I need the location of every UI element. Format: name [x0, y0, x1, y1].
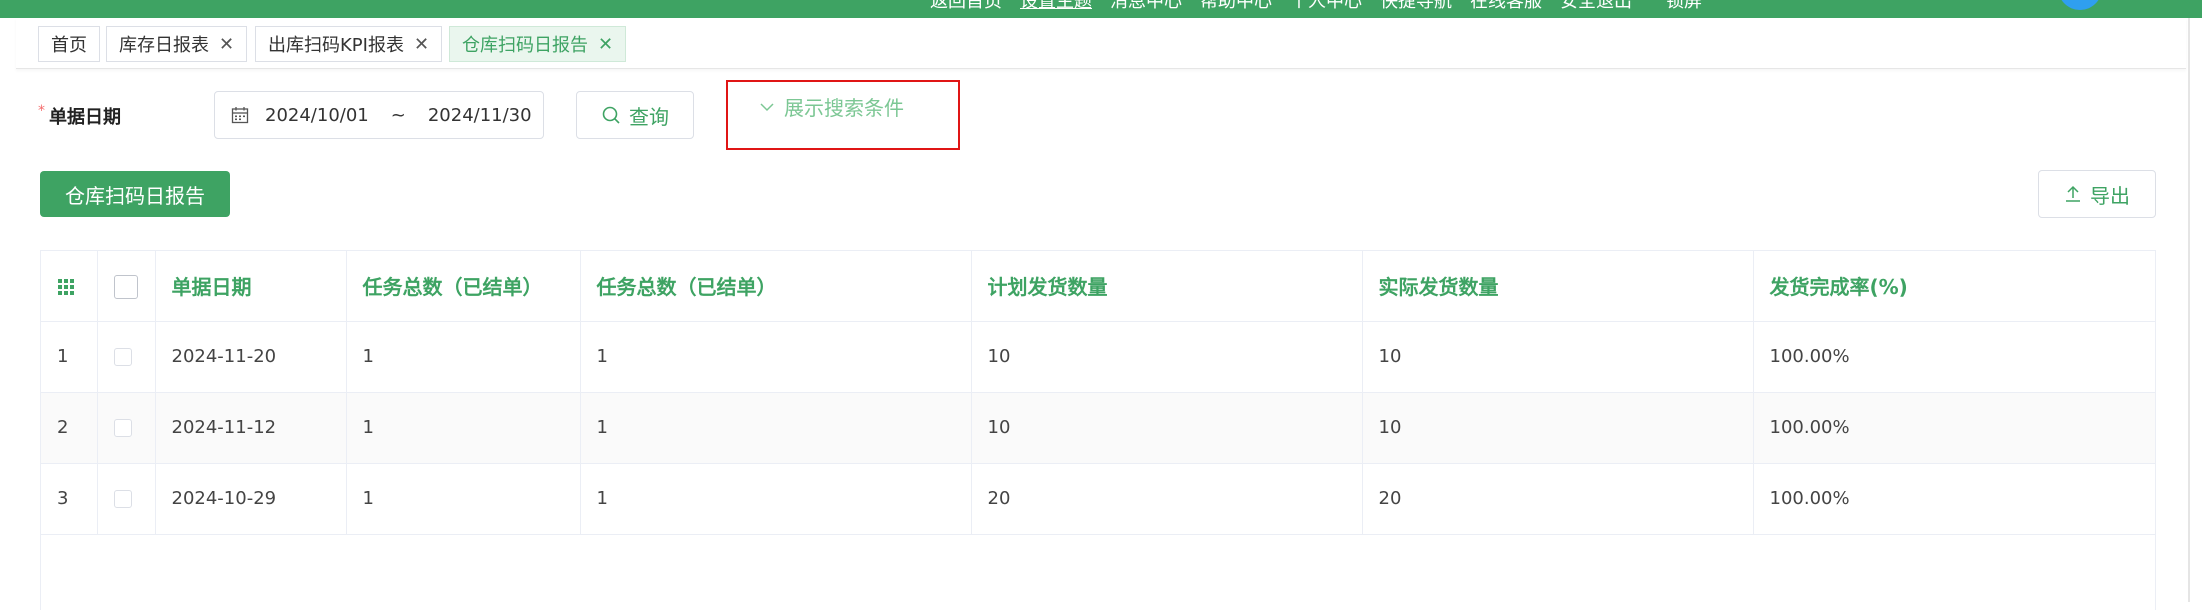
header-tasks-b[interactable]: 任务总数（已结单）	[580, 251, 972, 322]
query-label: 查询	[629, 104, 669, 129]
cell-tasks-a: 1	[346, 321, 581, 393]
row-checkbox[interactable]	[113, 348, 132, 366]
required-mark: *	[38, 103, 45, 119]
toggle-search-label: 展示搜索条件	[784, 96, 904, 120]
scrollbar[interactable]	[2188, 18, 2190, 602]
tab-inventory-daily[interactable]: 库存日报表 ✕	[106, 26, 248, 62]
header-actual-qty[interactable]: 实际发货数量	[1362, 251, 1754, 322]
cell-completion-rate: 100.00%	[1753, 392, 2155, 464]
end-date-input[interactable]: 2024/11/30	[428, 105, 532, 126]
nav-quick[interactable]: 快捷导航	[1380, 0, 1452, 11]
nav-messages[interactable]: 消息中心	[1110, 0, 1182, 11]
tab-label: 出库扫码KPI报表	[268, 35, 404, 56]
tab-label: 仓库扫码日报告	[462, 35, 588, 56]
close-icon[interactable]: ✕	[598, 34, 613, 55]
nav-help[interactable]: 帮助中心	[1200, 0, 1272, 11]
nav-home[interactable]: 返回首页	[930, 0, 1002, 11]
grid-icon	[58, 279, 74, 296]
cell-date: 2024-10-29	[155, 463, 347, 535]
table-row[interactable]: 2 2024-11-12 1 1 10 10 100.00%	[41, 392, 2155, 464]
cell-actual-qty: 20	[1362, 463, 1754, 535]
nav-support[interactable]: 在线客服	[1470, 0, 1542, 11]
header-completion-rate[interactable]: 发货完成率(%)	[1753, 251, 2155, 322]
table-row[interactable]: 3 2024-10-29 1 1 20 20 100.00%	[41, 463, 2155, 535]
row-checkbox[interactable]	[113, 419, 132, 437]
cell-completion-rate: 100.00%	[1753, 321, 2155, 393]
export-label: 导出	[2090, 183, 2130, 208]
table-header-row: 单据日期 任务总数（已结单） 任务总数（已结单） 计划发货数量 实际发货数量 发…	[41, 251, 2155, 322]
tabs-bar: 首页 库存日报表 ✕ 出库扫码KPI报表 ✕ 仓库扫码日报告 ✕	[16, 18, 2186, 69]
avatar[interactable]	[2058, 0, 2102, 10]
cell-actual-qty: 10	[1362, 321, 1754, 393]
header-tasks-a[interactable]: 任务总数（已结单）	[346, 251, 581, 322]
row-checkbox[interactable]	[113, 490, 132, 508]
select-all-cell	[97, 251, 156, 322]
select-all-checkbox[interactable]	[113, 274, 138, 299]
data-table: 单据日期 任务总数（已结单） 任务总数（已结单） 计划发货数量 实际发货数量 发…	[40, 250, 2156, 610]
top-nav: 返回首页 设置主题 消息中心 帮助中心 个人中心 快捷导航 在线客服 安全退出 …	[930, 0, 1702, 11]
row-index: 1	[41, 321, 98, 393]
toggle-search-link[interactable]: 展示搜索条件	[760, 92, 904, 121]
nav-logout[interactable]: 安全退出	[1560, 0, 1632, 11]
start-date-input[interactable]: 2024/10/01	[265, 105, 369, 126]
chevron-down-icon	[760, 102, 774, 111]
tab-outbound-kpi[interactable]: 出库扫码KPI报表 ✕	[255, 26, 443, 62]
cell-actual-qty: 10	[1362, 392, 1754, 464]
calendar-icon	[231, 107, 249, 124]
query-button[interactable]: 查询	[576, 91, 694, 139]
tab-label: 首页	[51, 35, 87, 56]
export-button[interactable]: 导出	[2038, 170, 2156, 218]
column-settings[interactable]	[41, 251, 98, 322]
table-row[interactable]: 1 2024-11-20 1 1 10 10 100.00%	[41, 321, 2155, 393]
cell-tasks-b: 1	[580, 463, 972, 535]
header-date[interactable]: 单据日期	[155, 251, 347, 322]
header-planned-qty[interactable]: 计划发货数量	[971, 251, 1363, 322]
nav-lock[interactable]: 锁屏	[1666, 0, 1702, 11]
cell-planned-qty: 10	[971, 321, 1363, 393]
search-icon	[602, 106, 620, 124]
date-label-text: 单据日期	[49, 107, 121, 128]
row-select-cell	[97, 463, 156, 535]
cell-planned-qty: 10	[971, 392, 1363, 464]
upload-icon	[2066, 185, 2080, 202]
row-index: 2	[41, 392, 98, 464]
warehouse-report-button[interactable]: 仓库扫码日报告	[40, 171, 230, 217]
cell-tasks-a: 1	[346, 392, 581, 464]
close-icon[interactable]: ✕	[219, 34, 234, 55]
close-icon[interactable]: ✕	[414, 34, 429, 55]
cell-date: 2024-11-12	[155, 392, 347, 464]
tab-home[interactable]: 首页	[38, 26, 100, 62]
cell-tasks-b: 1	[580, 321, 972, 393]
range-separator: ~	[390, 104, 406, 126]
cell-tasks-b: 1	[580, 392, 972, 464]
top-header: 返回首页 设置主题 消息中心 帮助中心 个人中心 快捷导航 在线客服 安全退出 …	[0, 0, 2202, 18]
nav-theme[interactable]: 设置主题	[1020, 0, 1092, 11]
date-label: * 单据日期	[38, 103, 121, 129]
row-select-cell	[97, 321, 156, 393]
tab-warehouse-scan-report[interactable]: 仓库扫码日报告 ✕	[449, 26, 627, 62]
nav-profile[interactable]: 个人中心	[1290, 0, 1362, 11]
cell-planned-qty: 20	[971, 463, 1363, 535]
cell-tasks-a: 1	[346, 463, 581, 535]
row-select-cell	[97, 392, 156, 464]
date-range-picker[interactable]: 2024/10/01 ~ 2024/11/30	[214, 91, 544, 139]
cell-date: 2024-11-20	[155, 321, 347, 393]
row-index: 3	[41, 463, 98, 535]
tab-label: 库存日报表	[119, 35, 209, 56]
cell-completion-rate: 100.00%	[1753, 463, 2155, 535]
